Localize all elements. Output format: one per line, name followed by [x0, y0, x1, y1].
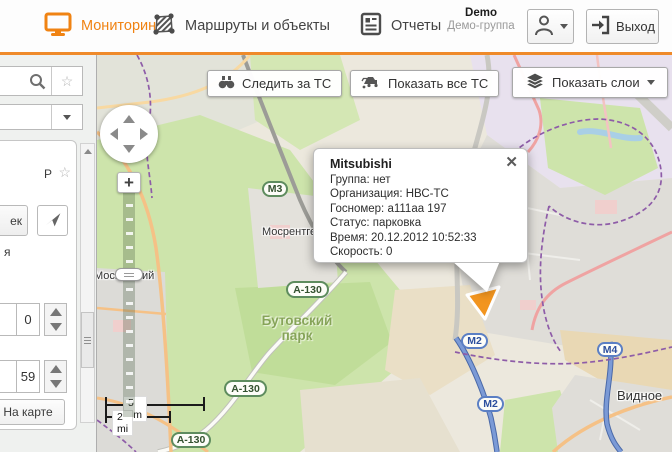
- popup-row-plate: Госномер: а111аа 197: [330, 202, 515, 216]
- report-icon: [360, 12, 382, 41]
- follow-vehicle-button[interactable]: Следить за ТС: [207, 70, 342, 97]
- road-badge-m4: М4: [597, 342, 623, 357]
- step-up-icon[interactable]: [50, 308, 62, 316]
- show-layers-button[interactable]: Показать слои: [512, 67, 668, 98]
- search-input[interactable]: ☆: [0, 66, 83, 96]
- logout-button[interactable]: Выход: [586, 9, 659, 44]
- tab-monitoring-label: Мониторинг: [81, 18, 161, 34]
- pan-down-arrow-icon[interactable]: [123, 145, 135, 153]
- popup-row-group: Группа: нет: [330, 173, 515, 187]
- cars-icon: [361, 75, 381, 92]
- popup-row-organization: Организация: НВС-ТС: [330, 187, 515, 201]
- tab-routes-objects-label: Маршруты и объекты: [185, 18, 330, 34]
- logout-label: Выход: [616, 19, 655, 34]
- track-button[interactable]: ек: [0, 205, 28, 236]
- road-badge-a130: А-130: [286, 281, 329, 298]
- tab-reports-label: Отчеты: [391, 18, 441, 34]
- road-badge-m2: М2: [477, 396, 504, 412]
- zoom-slider-handle[interactable]: [115, 268, 143, 281]
- popup-row-status: Статус: парковка: [330, 216, 515, 230]
- show-all-vehicles-label: Показать все ТС: [388, 76, 488, 91]
- map-pan-control[interactable]: [100, 105, 158, 163]
- popup-tail: [452, 261, 500, 292]
- list-item-text: P: [44, 167, 52, 181]
- follow-vehicle-label: Следить за ТС: [242, 76, 331, 91]
- app-window: Мониторинг Маршруты и объекты Отчеты Dem…: [0, 0, 672, 452]
- user-icon: [534, 14, 554, 39]
- chevron-down-icon: [560, 24, 568, 29]
- number-stepper[interactable]: [44, 303, 67, 336]
- binoculars-icon: [218, 75, 235, 92]
- road-badge-m2: М2: [461, 333, 488, 349]
- number-field[interactable]: [0, 360, 17, 393]
- number-field-value[interactable]: 59: [16, 360, 40, 393]
- layers-icon: [525, 72, 545, 93]
- road-badge-a130: А-130: [224, 380, 267, 397]
- current-user-info: Demo Демо-группа: [442, 7, 520, 33]
- popup-vehicle-title: Mitsubishi: [330, 157, 515, 171]
- pan-left-arrow-icon[interactable]: [110, 128, 118, 140]
- search-icon: [29, 73, 46, 95]
- number-field[interactable]: [0, 303, 17, 336]
- tab-reports[interactable]: Отчеты: [360, 0, 441, 52]
- road-badge-a130: А-130: [171, 432, 211, 448]
- exit-icon: [590, 15, 610, 38]
- scrollbar-thumb[interactable]: [81, 312, 94, 368]
- panel-text: я: [4, 245, 11, 259]
- chevron-down-icon: [647, 80, 655, 85]
- step-down-icon[interactable]: [50, 323, 62, 331]
- show-on-map-button[interactable]: На карте: [0, 399, 65, 425]
- tab-monitoring[interactable]: Мониторинг: [44, 0, 161, 52]
- chevron-down-icon: [63, 115, 71, 120]
- left-sidebar: ☆ P ☆ ек я 0: [0, 55, 97, 452]
- show-on-map-label: На карте: [3, 405, 52, 419]
- pan-up-arrow-icon[interactable]: [123, 115, 135, 123]
- vehicle-info-popup: ✕ Mitsubishi Группа: нет Организация: НВ…: [313, 148, 528, 263]
- map-canvas[interactable]: Мосрентген Московский Бутовский парк Вид…: [97, 55, 672, 452]
- number-stepper[interactable]: [44, 360, 67, 393]
- group-select[interactable]: [0, 104, 83, 130]
- close-icon[interactable]: ✕: [505, 155, 518, 170]
- number-field-value[interactable]: 0: [16, 303, 40, 336]
- star-icon: ☆: [61, 74, 74, 88]
- user-name: Demo: [442, 7, 520, 20]
- step-down-icon[interactable]: [50, 380, 62, 388]
- triangle-up-icon: [84, 149, 92, 154]
- popup-row-time: Время: 20.12.2012 10:52:33: [330, 231, 515, 245]
- monitor-icon: [44, 12, 72, 41]
- star-icon[interactable]: ☆: [58, 165, 71, 179]
- sidebar-scrollbar[interactable]: [80, 143, 95, 423]
- vehicle-panel: P ☆ ек я 0 59: [0, 140, 77, 430]
- pan-right-arrow-icon[interactable]: [140, 128, 148, 140]
- zoom-in-button[interactable]: +: [117, 172, 141, 193]
- place-label-vidnoe: Видное: [617, 388, 662, 403]
- select-dropdown-button[interactable]: [51, 105, 82, 129]
- step-up-icon[interactable]: [50, 365, 62, 373]
- tab-routes-objects[interactable]: Маршруты и объекты: [152, 0, 330, 52]
- geofence-polygon-icon: [152, 12, 176, 41]
- road-badge-m3: М3: [262, 181, 288, 197]
- user-menu-button[interactable]: [527, 9, 574, 44]
- zoom-slider-track[interactable]: [123, 193, 135, 417]
- top-navigation-bar: Мониторинг Маршруты и объекты Отчеты Dem…: [0, 0, 672, 55]
- user-group: Демо-группа: [442, 20, 520, 33]
- favorites-filter-button[interactable]: ☆: [51, 67, 82, 95]
- place-label-butovsky-park: Бутовский парк: [257, 313, 337, 343]
- track-button-label: ек: [10, 214, 22, 228]
- location-arrow-icon: [44, 210, 62, 231]
- locate-button[interactable]: [37, 205, 68, 236]
- popup-row-speed: Скорость: 0: [330, 245, 515, 259]
- scroll-up-button[interactable]: [81, 144, 94, 158]
- show-layers-label: Показать слои: [552, 75, 640, 90]
- show-all-vehicles-button[interactable]: Показать все ТС: [350, 70, 499, 97]
